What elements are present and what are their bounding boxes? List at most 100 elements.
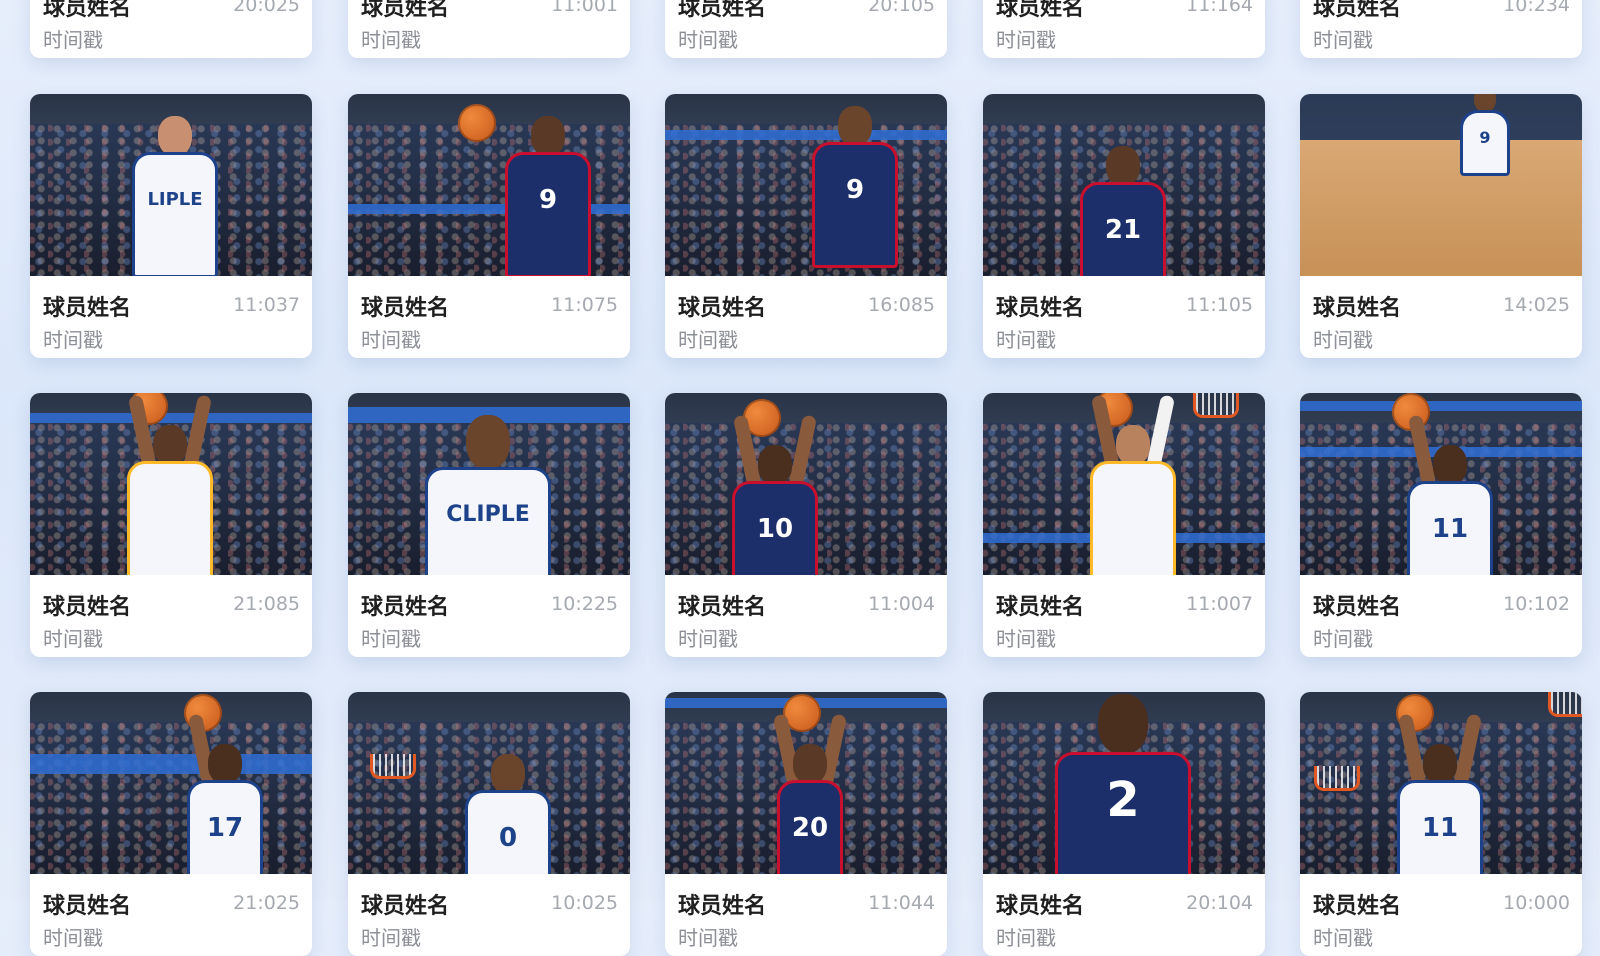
court-floor	[1300, 139, 1582, 276]
player-figure: 11	[1400, 414, 1500, 575]
jersey: 17	[187, 780, 263, 874]
jersey: 11	[1407, 481, 1493, 575]
player-card[interactable]: 球员姓名 11:164 时间戳	[983, 0, 1265, 58]
card-meta: 球员姓名 20:025 时间戳	[30, 0, 312, 58]
player-card[interactable]: 11 球员姓名 10:000 时间戳	[1300, 692, 1582, 956]
jersey: 11	[1397, 780, 1483, 874]
player-card[interactable]: 球员姓名 20:105 时间戳	[665, 0, 947, 58]
player-name: 球员姓名	[361, 0, 450, 21]
player-card[interactable]: 9 球员姓名 14:025 时间戳	[1300, 94, 1582, 358]
timestamp-value: 20:105	[868, 0, 935, 16]
player-card[interactable]: 球员姓名 11:007 时间戳	[983, 393, 1265, 657]
hoop-icon	[1314, 766, 1360, 791]
card-meta: 球员姓名 10:025 时间戳	[348, 874, 630, 956]
timestamp-value: 14:025	[1503, 294, 1570, 316]
hoop-icon	[1193, 393, 1239, 418]
timestamp-value: 11:105	[1186, 294, 1253, 316]
timestamp-value: 11:007	[1186, 593, 1253, 615]
photo-grid: 球员姓名 20:025 时间戳 球员姓名 11:001 时间戳 球员姓名 20:…	[0, 0, 1600, 956]
timestamp-label: 时间戳	[996, 328, 1056, 352]
player-figure	[120, 394, 220, 575]
card-meta: 球员姓名 11:044 时间戳	[665, 874, 947, 956]
player-head	[1433, 445, 1467, 485]
player-head	[838, 106, 872, 146]
jersey: 21	[1080, 182, 1166, 276]
jersey: 9	[505, 152, 591, 276]
timestamp-label: 时间戳	[678, 926, 738, 950]
player-figure: 17	[180, 713, 270, 874]
player-card[interactable]: 9 球员姓名 16:085 时间戳	[665, 94, 947, 358]
card-meta: 球员姓名 21:085 时间戳	[30, 575, 312, 657]
player-head	[153, 425, 187, 465]
player-figure	[1083, 394, 1183, 575]
timestamp-value: 20:025	[233, 0, 300, 16]
player-head	[758, 445, 792, 485]
player-card[interactable]: 17 球员姓名 21:025 时间戳	[30, 692, 312, 956]
player-name: 球员姓名	[996, 595, 1085, 620]
player-figure: 9	[805, 106, 905, 276]
timestamp-value: 21:085	[233, 593, 300, 615]
jersey	[127, 461, 213, 575]
hoop-icon	[1548, 692, 1582, 717]
player-card[interactable]: CLIPLE 球员姓名 10:225 时间戳	[348, 393, 630, 657]
player-name: 球员姓名	[1313, 0, 1402, 21]
player-name: 球员姓名	[1313, 296, 1402, 321]
card-meta: 球员姓名 10:225 时间戳	[348, 575, 630, 657]
basketball-icon	[458, 104, 496, 142]
player-photo: 10	[665, 393, 947, 575]
timestamp-value: 10:102	[1503, 593, 1570, 615]
player-photo: LIPLE	[30, 94, 312, 276]
player-photo: 9	[348, 94, 630, 276]
card-meta: 球员姓名 11:075 时间戳	[348, 276, 630, 358]
player-photo: 9	[1300, 94, 1582, 276]
timestamp-label: 时间戳	[361, 627, 421, 651]
card-meta: 球员姓名 21:025 时间戳	[30, 874, 312, 956]
timestamp-value: 10:000	[1503, 892, 1570, 914]
player-card[interactable]: 11 球员姓名 10:102 时间戳	[1300, 393, 1582, 657]
timestamp-label: 时间戳	[43, 627, 103, 651]
player-card[interactable]: 20 球员姓名 11:044 时间戳	[665, 692, 947, 956]
timestamp-label: 时间戳	[43, 328, 103, 352]
player-head	[1098, 694, 1148, 754]
player-name: 球员姓名	[996, 0, 1085, 21]
player-figure: 21	[1073, 146, 1173, 276]
timestamp-label: 时间戳	[1313, 926, 1373, 950]
timestamp-label: 时间戳	[678, 328, 738, 352]
player-head	[491, 754, 525, 794]
jersey: 20	[777, 780, 843, 874]
card-meta: 球员姓名 16:085 时间戳	[665, 276, 947, 358]
player-card[interactable]: LIPLE 球员姓名 11:037 时间戳	[30, 94, 312, 358]
player-card[interactable]: 21 球员姓名 11:105 时间戳	[983, 94, 1265, 358]
player-name: 球员姓名	[43, 595, 132, 620]
player-name: 球员姓名	[43, 296, 132, 321]
timestamp-label: 时间戳	[43, 926, 103, 950]
card-meta: 球员姓名 20:105 时间戳	[665, 0, 947, 58]
player-photo: 11	[1300, 393, 1582, 575]
card-meta: 球员姓名 10:234 时间戳	[1300, 0, 1582, 58]
player-card[interactable]: 10 球员姓名 11:004 时间戳	[665, 393, 947, 657]
player-figure: CLIPLE	[418, 415, 558, 575]
player-figure: 11	[1390, 713, 1490, 874]
player-photo	[983, 393, 1265, 575]
timestamp-value: 11:075	[551, 294, 618, 316]
player-card[interactable]: 球员姓名 10:234 时间戳	[1300, 0, 1582, 58]
player-figure: 10	[725, 414, 825, 575]
player-card[interactable]: 2 球员姓名 20:104 时间戳	[983, 692, 1265, 956]
player-name: 球员姓名	[361, 894, 450, 919]
timestamp-label: 时间戳	[996, 926, 1056, 950]
player-card[interactable]: 0 球员姓名 10:025 时间戳	[348, 692, 630, 956]
player-name: 球员姓名	[996, 296, 1085, 321]
player-name: 球员姓名	[996, 894, 1085, 919]
player-photo	[30, 393, 312, 575]
player-figure: 9	[498, 116, 598, 276]
timestamp-label: 时间戳	[678, 28, 738, 52]
player-head	[1116, 425, 1150, 465]
player-card[interactable]: 9 球员姓名 11:075 时间戳	[348, 94, 630, 358]
player-card[interactable]: 球员姓名 11:001 时间戳	[348, 0, 630, 58]
timestamp-label: 时间戳	[361, 926, 421, 950]
player-card[interactable]: 球员姓名 21:085 时间戳	[30, 393, 312, 657]
player-card[interactable]: 球员姓名 20:025 时间戳	[30, 0, 312, 58]
card-meta: 球员姓名 11:001 时间戳	[348, 0, 630, 58]
timestamp-label: 时间戳	[996, 627, 1056, 651]
player-photo: 20	[665, 692, 947, 874]
